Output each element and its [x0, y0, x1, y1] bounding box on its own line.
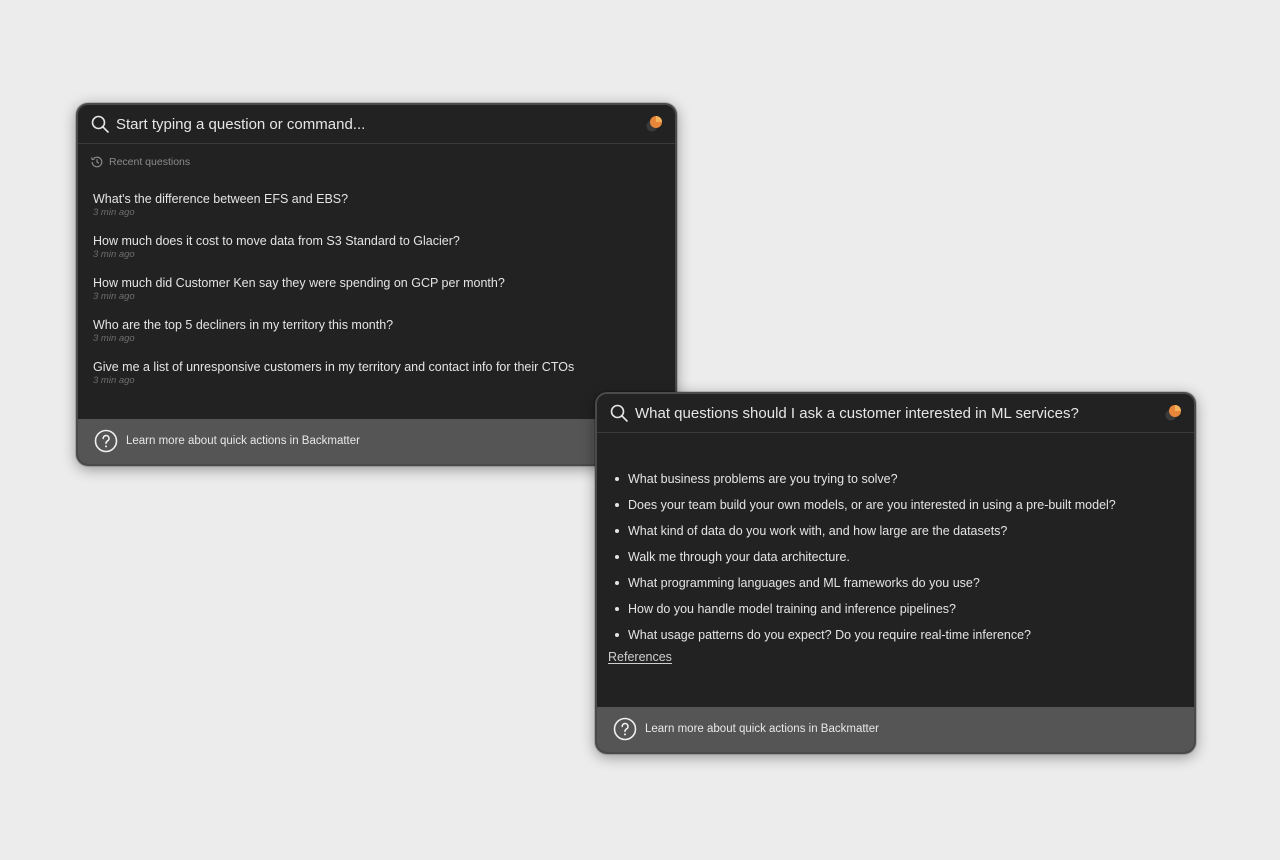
- references-link[interactable]: References: [608, 650, 672, 664]
- command-palette: Recent questions What's the difference b…: [76, 103, 677, 466]
- answer-list: What business problems are you trying to…: [613, 466, 1183, 648]
- bullet-icon: [615, 633, 619, 637]
- recent-question-text: How much did Customer Ken say they were …: [93, 276, 505, 290]
- search-input[interactable]: [116, 111, 636, 137]
- history-icon: [91, 156, 103, 168]
- quick-actions-footer[interactable]: Learn more about quick actions in Backma…: [597, 707, 1194, 752]
- search-query[interactable]: What questions should I ask a customer i…: [635, 405, 1079, 422]
- recent-question-item[interactable]: What's the difference between EFS and EB…: [93, 191, 663, 233]
- search-bar: What questions should I ask a customer i…: [597, 394, 1194, 433]
- bullet-icon: [615, 503, 619, 507]
- answer-item: What business problems are you trying to…: [613, 466, 1183, 492]
- answer-panel: What questions should I ask a customer i…: [595, 392, 1196, 754]
- answer-item: What kind of data do you work with, and …: [613, 518, 1183, 544]
- recent-question-text: Give me a list of unresponsive customers…: [93, 360, 575, 374]
- answer-item: Walk me through your data architecture.: [613, 544, 1183, 570]
- answer-item: How do you handle model training and inf…: [613, 596, 1183, 622]
- bullet-icon: [615, 529, 619, 533]
- recent-questions-label: Recent questions: [90, 155, 190, 169]
- backmatter-logo-icon: [1165, 405, 1181, 421]
- recent-questions-list: What's the difference between EFS and EB…: [93, 191, 663, 401]
- recent-question-time: 3 min ago: [93, 207, 135, 218]
- help-icon: [613, 717, 637, 741]
- bullet-icon: [615, 555, 619, 559]
- recent-question-text: What's the difference between EFS and EB…: [93, 192, 349, 206]
- bullet-icon: [615, 607, 619, 611]
- search-icon: [610, 404, 628, 422]
- quick-actions-link[interactable]: Learn more about quick actions in Backma…: [645, 723, 879, 735]
- recent-question-text: Who are the top 5 decliners in my territ…: [93, 318, 394, 332]
- backmatter-logo-icon: [646, 116, 662, 132]
- recent-question-time: 3 min ago: [93, 291, 135, 302]
- answer-item: What programming languages and ML framew…: [613, 570, 1183, 596]
- search-icon: [91, 115, 109, 133]
- recent-question-item[interactable]: How much does it cost to move data from …: [93, 233, 663, 275]
- bullet-icon: [615, 581, 619, 585]
- recent-question-item[interactable]: Who are the top 5 decliners in my territ…: [93, 317, 663, 359]
- recent-question-item[interactable]: How much did Customer Ken say they were …: [93, 275, 663, 317]
- quick-actions-footer[interactable]: Learn more about quick actions in Backma…: [78, 419, 675, 464]
- search-bar: [78, 105, 675, 144]
- bullet-icon: [615, 477, 619, 481]
- recent-question-time: 3 min ago: [93, 333, 135, 344]
- help-icon: [94, 429, 118, 453]
- recent-question-time: 3 min ago: [93, 249, 135, 260]
- recent-question-text: How much does it cost to move data from …: [93, 234, 460, 248]
- recent-question-time: 3 min ago: [93, 375, 135, 386]
- answer-item: What usage patterns do you expect? Do yo…: [613, 622, 1183, 648]
- quick-actions-link[interactable]: Learn more about quick actions in Backma…: [126, 435, 360, 447]
- recent-question-item[interactable]: Give me a list of unresponsive customers…: [93, 359, 663, 401]
- answer-item: Does your team build your own models, or…: [613, 492, 1183, 518]
